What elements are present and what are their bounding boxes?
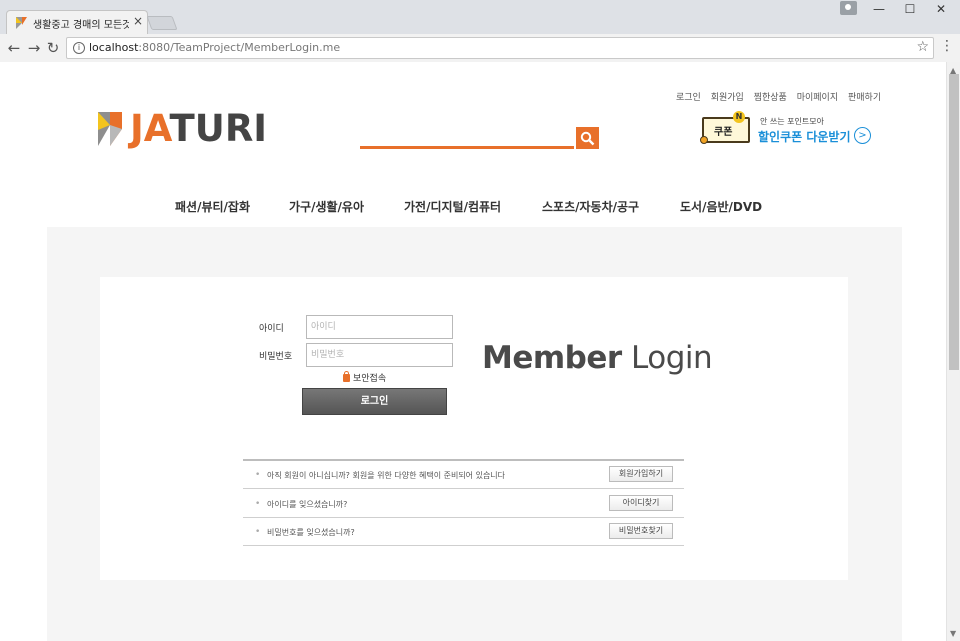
title-login: Login bbox=[631, 340, 713, 376]
nav-item-sports[interactable]: 스포츠/자동차/공구 bbox=[542, 198, 639, 215]
logo-prefix: JA bbox=[130, 107, 170, 150]
bookmark-star-icon[interactable]: ☆ bbox=[916, 39, 929, 55]
search-icon bbox=[580, 131, 595, 146]
maximize-button[interactable]: ☐ bbox=[895, 2, 925, 20]
help-text: 비밀번호를 잊으셨습니까? bbox=[267, 528, 355, 537]
util-link-wishlist[interactable]: 찜한상품 bbox=[754, 93, 787, 103]
help-row-signup: • 아직 회원이 아니십니까? 회원을 위한 다양한 혜택이 준비되어 있습니다… bbox=[243, 461, 684, 489]
member-login-title: Member Login bbox=[482, 340, 713, 376]
help-row-find-password: • 비밀번호를 잊으셨습니까? 비밀번호찾기 bbox=[243, 518, 684, 546]
page-viewport: JATURI 로그인 회원가입 찜한상품 마이페이지 판매하기 쿠폰 N 안 쓰… bbox=[0, 62, 946, 641]
nav-item-fashion[interactable]: 패션/뷰티/잡화 bbox=[175, 198, 250, 215]
bullet-icon: • bbox=[255, 499, 261, 509]
tab-strip: 생활중고 경매의 모든것 × — ☐ ✕ bbox=[0, 0, 960, 35]
url-path: :8080/TeamProject/MemberLogin.me bbox=[138, 41, 341, 54]
forward-icon[interactable]: → bbox=[25, 38, 43, 58]
password-label: 비밀번호 bbox=[259, 352, 293, 362]
coupon-coin-icon bbox=[700, 136, 708, 144]
logo-suffix: TURI bbox=[169, 107, 268, 150]
coupon-ticket-text: 쿠폰 bbox=[714, 127, 733, 138]
coupon-headline: 할인쿠폰 다운받기 bbox=[758, 130, 851, 144]
search-underline bbox=[360, 146, 574, 149]
new-badge: N bbox=[733, 111, 745, 123]
browser-toolbar: ← → ↻ i localhost:8080/TeamProject/Membe… bbox=[0, 34, 960, 62]
util-link-sell[interactable]: 판매하기 bbox=[848, 93, 881, 103]
chevron-right-icon: > bbox=[854, 127, 871, 144]
id-label: 아이디 bbox=[259, 324, 284, 334]
minimize-button[interactable]: — bbox=[864, 2, 894, 20]
reload-icon[interactable]: ↻ bbox=[44, 38, 62, 58]
util-link-mypage[interactable]: 마이페이지 bbox=[797, 93, 838, 103]
coupon-banner[interactable]: 쿠폰 N 안 쓰는 포인트모아 할인쿠폰 다운받기 > bbox=[698, 111, 878, 151]
address-bar[interactable]: i localhost:8080/TeamProject/MemberLogin… bbox=[66, 37, 934, 59]
signup-button[interactable]: 회원가입하기 bbox=[609, 466, 673, 482]
bullet-icon: • bbox=[255, 527, 261, 537]
browser-menu-icon[interactable]: ⋮ bbox=[940, 38, 954, 58]
id-input[interactable] bbox=[306, 315, 453, 339]
site-info-icon[interactable]: i bbox=[73, 42, 85, 54]
util-link-login[interactable]: 로그인 bbox=[676, 93, 701, 103]
browser-chrome: 생활중고 경매의 모든것 × — ☐ ✕ ← → ↻ i localhost:8… bbox=[0, 0, 960, 62]
site-logo[interactable]: JATURI bbox=[98, 109, 274, 149]
util-link-signup[interactable]: 회원가입 bbox=[711, 93, 744, 103]
coupon-subtext: 안 쓰는 포인트모아 bbox=[760, 117, 824, 126]
nav-item-electronics[interactable]: 가전/디지털/컴퓨터 bbox=[404, 198, 501, 215]
secure-login-toggle[interactable]: 보안접속 bbox=[343, 371, 386, 384]
category-nav: 패션/뷰티/잡화 가구/생활/유아 가전/디지털/컴퓨터 스포츠/자동차/공구 … bbox=[0, 198, 946, 218]
search-input[interactable] bbox=[360, 126, 574, 146]
nav-item-books[interactable]: 도서/음반/DVD bbox=[680, 198, 762, 215]
utility-links: 로그인 회원가입 찜한상품 마이페이지 판매하기 bbox=[676, 90, 888, 103]
scroll-thumb[interactable] bbox=[949, 74, 959, 370]
find-id-button[interactable]: 아이디찾기 bbox=[609, 495, 673, 511]
find-password-button[interactable]: 비밀번호찾기 bbox=[609, 523, 673, 539]
back-icon[interactable]: ← bbox=[5, 38, 23, 58]
lock-icon bbox=[343, 371, 350, 382]
logo-mark-icon bbox=[98, 112, 122, 146]
help-text: 아이디를 잊으셨습니까? bbox=[267, 500, 348, 509]
logo-wordmark: JATURI bbox=[130, 109, 267, 149]
url-text: localhost:8080/TeamProject/MemberLogin.m… bbox=[89, 41, 340, 54]
site-favicon-icon bbox=[16, 17, 27, 29]
page-scrollbar[interactable]: ▲ ▼ bbox=[946, 62, 960, 641]
nav-item-furniture[interactable]: 가구/생활/유아 bbox=[289, 198, 364, 215]
login-button[interactable]: 로그인 bbox=[302, 388, 447, 415]
help-row-find-id: • 아이디를 잊으셨습니까? 아이디찾기 bbox=[243, 490, 684, 518]
secure-login-label: 보안접속 bbox=[353, 374, 387, 384]
profile-icon[interactable] bbox=[840, 1, 857, 15]
bullet-icon: • bbox=[255, 470, 261, 480]
tab-title: 생활중고 경매의 모든것 bbox=[33, 20, 129, 31]
browser-tab[interactable]: 생활중고 경매의 모든것 × bbox=[6, 10, 148, 35]
scroll-down-icon[interactable]: ▼ bbox=[950, 629, 956, 638]
password-input[interactable] bbox=[306, 343, 453, 367]
tab-close-icon[interactable]: × bbox=[133, 14, 143, 28]
title-member: Member bbox=[482, 340, 622, 376]
search-button[interactable] bbox=[576, 127, 599, 149]
new-tab-button[interactable] bbox=[146, 16, 178, 30]
url-host: localhost bbox=[89, 41, 139, 54]
close-window-button[interactable]: ✕ bbox=[926, 2, 956, 20]
help-text: 아직 회원이 아니십니까? 회원을 위한 다양한 혜택이 준비되어 있습니다 bbox=[267, 471, 506, 480]
